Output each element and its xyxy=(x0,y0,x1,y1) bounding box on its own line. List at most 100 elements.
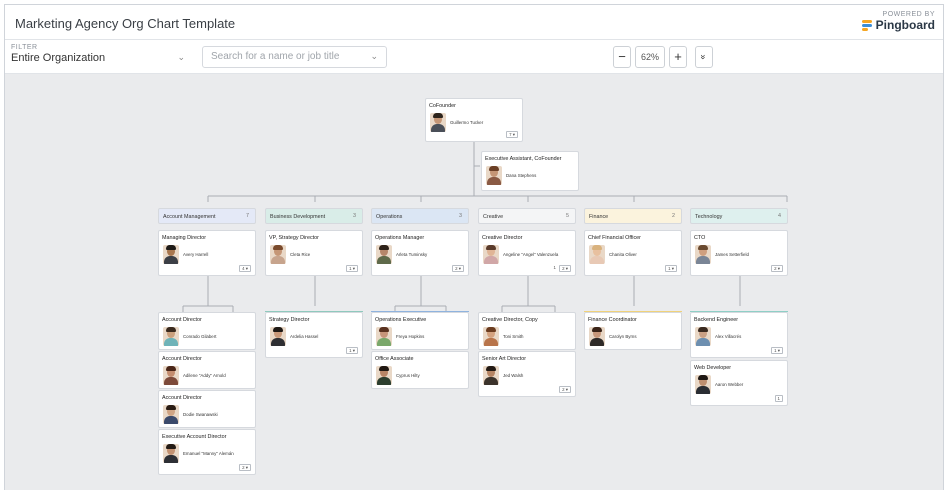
person-card-account-director[interactable]: Account Director Conrado Gilabert xyxy=(158,312,256,350)
person-card-creative-director[interactable]: Creative Director Angeline "Angel" Valen… xyxy=(478,230,576,276)
person-card-office-associate[interactable]: Office Associate Cyprus Hilty xyxy=(371,351,469,389)
person-card-operations-executive[interactable]: Operations Executive Freya Hopkins xyxy=(371,312,469,350)
reports-toggle[interactable]: 1 xyxy=(774,395,783,402)
job-title: Executive Assistant, CoFounder xyxy=(485,156,562,162)
brand-logo[interactable]: Pingboard xyxy=(861,18,935,32)
person-card-senior-art-director[interactable]: Senior Art Director Jed Walsh 2 ▾ xyxy=(478,351,576,397)
job-title: Account Director xyxy=(162,317,202,323)
avatar xyxy=(483,366,499,385)
job-title: CTO xyxy=(694,235,706,241)
chart-canvas[interactable]: CoFounder Guillermo Tucker 7 ▾ Executive… xyxy=(5,74,943,490)
avatar xyxy=(163,327,179,346)
reports-toggle[interactable]: 2 ▾ xyxy=(452,265,464,272)
reports-toggle[interactable]: 1 ▾ xyxy=(665,265,677,272)
reports-toggle[interactable]: 4 ▾ xyxy=(239,265,251,272)
person-card-cofounder[interactable]: CoFounder Guillermo Tucker 7 ▾ xyxy=(425,98,523,142)
reports-toggle[interactable]: 7 ▾ xyxy=(506,131,518,138)
avatar xyxy=(589,327,605,346)
job-title: Office Associate xyxy=(375,356,414,362)
department-creative[interactable]: Creative 5 xyxy=(478,208,576,224)
person-card-managing-director[interactable]: Managing Director Avery Harrell 4 ▾ xyxy=(158,230,256,276)
department-count: 5 xyxy=(566,213,569,219)
reports-toggle[interactable]: 1 ▾ xyxy=(346,347,358,354)
person-card-creative-director-copy[interactable]: Creative Director, Copy Toni Smith xyxy=(478,312,576,350)
person-card-chief-financial-officer[interactable]: Chief Financial Officer Chanita Oliver 1… xyxy=(584,230,682,276)
department-count: 4 xyxy=(778,213,781,219)
person-card-strategy-director[interactable]: Strategy Director Ardelia Hassel 1 ▾ xyxy=(265,312,363,358)
person-name: Emanuel "Manny" Alemán xyxy=(183,451,234,456)
job-title: Senior Art Director xyxy=(482,356,527,362)
chevron-down-icon[interactable]: ⌄ xyxy=(370,51,378,62)
person-name: Adilene "Addy" Arnold xyxy=(183,373,226,378)
job-title: Operations Manager xyxy=(375,235,425,241)
zoom-in-button[interactable]: + xyxy=(669,46,687,68)
person-card-web-developer[interactable]: Web Developer Aaron Webber 1 xyxy=(690,360,788,406)
department-count: 2 xyxy=(672,213,675,219)
job-title: Creative Director xyxy=(482,235,523,241)
job-title: Chief Financial Officer xyxy=(588,235,641,241)
job-title: Creative Director, Copy xyxy=(482,317,538,323)
job-title: Account Director xyxy=(162,395,202,401)
avatar xyxy=(376,245,392,264)
job-title: Executive Account Director xyxy=(162,434,227,440)
person-name: Avery Harrell xyxy=(183,252,209,257)
filter-dropdown[interactable]: FILTER Entire Organization ⌄ xyxy=(11,44,189,70)
department-account-management[interactable]: Account Management 7 xyxy=(158,208,256,224)
person-name: Cyprus Hilty xyxy=(396,373,420,378)
person-name: Angeline "Angel" Valenzuela xyxy=(503,252,559,257)
avatar xyxy=(486,166,502,185)
department-name: Technology xyxy=(695,214,723,220)
avatar xyxy=(695,375,711,394)
person-card-executive-account-director[interactable]: Executive Account Director Emanuel "Mann… xyxy=(158,429,256,475)
department-operations[interactable]: Operations 3 xyxy=(371,208,469,224)
person-card-account-director[interactable]: Account Director Adilene "Addy" Arnold xyxy=(158,351,256,389)
person-name: Conrado Gilabert xyxy=(183,334,217,339)
expand-all-button[interactable]: » xyxy=(695,46,713,68)
reports-toggle[interactable]: 1 ▾ xyxy=(771,347,783,354)
department-business-development[interactable]: Business Development 3 xyxy=(265,208,363,224)
person-name: Cleta Rice xyxy=(290,252,311,257)
filter-label: FILTER xyxy=(11,44,38,51)
zoom-controls: − 62% + » xyxy=(613,46,713,68)
person-name: Dodie Swanawski xyxy=(183,412,218,417)
avatar xyxy=(695,327,711,346)
brand-block: POWERED BY Pingboard xyxy=(861,11,935,32)
department-technology[interactable]: Technology 4 xyxy=(690,208,788,224)
department-finance[interactable]: Finance 2 xyxy=(584,208,682,224)
person-card-account-director[interactable]: Account Director Dodie Swanawski xyxy=(158,390,256,428)
reports-toggle[interactable]: 2 ▾ xyxy=(771,265,783,272)
person-card-vp-strategy-director[interactable]: VP, Strategy Director Cleta Rice 1 ▾ xyxy=(265,230,363,276)
person-name: Toni Smith xyxy=(503,334,524,339)
person-card-finance-coordinator[interactable]: Finance Coordinator Carolyn Byrns xyxy=(584,312,682,350)
avatar xyxy=(163,405,179,424)
reports-toggle[interactable]: 1 ▾ xyxy=(346,265,358,272)
avatar xyxy=(483,245,499,264)
zoom-level: 62% xyxy=(635,46,665,68)
chevron-down-icon: ⌄ xyxy=(177,52,185,62)
reports-toggle[interactable]: 2 ▾ xyxy=(559,386,571,393)
person-card-assistant[interactable]: Executive Assistant, CoFounder Dana Step… xyxy=(481,151,579,191)
job-title: Account Director xyxy=(162,356,202,362)
avatar xyxy=(270,327,286,346)
reports-toggle[interactable]: 2 ▾ xyxy=(239,464,251,471)
department-name: Finance xyxy=(589,214,609,220)
app-header: Marketing Agency Org Chart Template POWE… xyxy=(5,5,943,40)
person-name: Arleta Tuminsky xyxy=(396,252,428,257)
avatar xyxy=(163,245,179,264)
powered-by-label: POWERED BY xyxy=(882,11,935,18)
department-name: Operations xyxy=(376,214,403,220)
person-card-cto[interactable]: CTO James Setterfield 2 ▾ xyxy=(690,230,788,276)
department-count: 3 xyxy=(459,213,462,219)
page-title: Marketing Agency Org Chart Template xyxy=(15,16,236,31)
zoom-out-button[interactable]: − xyxy=(613,46,631,68)
avatar xyxy=(430,113,446,132)
toolbar: FILTER Entire Organization ⌄ Search for … xyxy=(5,40,943,74)
search-input[interactable]: Search for a name or job title ⌄ xyxy=(202,46,387,68)
reports-toggle[interactable]: 2 ▾ xyxy=(559,265,571,272)
avatar xyxy=(163,444,179,463)
person-card-operations-manager[interactable]: Operations Manager Arleta Tuminsky 2 ▾ xyxy=(371,230,469,276)
job-title: CoFounder xyxy=(429,103,456,109)
person-card-backend-engineer[interactable]: Backend Engineer Alex Villacrés 1 ▾ xyxy=(690,312,788,358)
person-name: Guillermo Tucker xyxy=(450,120,484,125)
job-title: Strategy Director xyxy=(269,317,310,323)
